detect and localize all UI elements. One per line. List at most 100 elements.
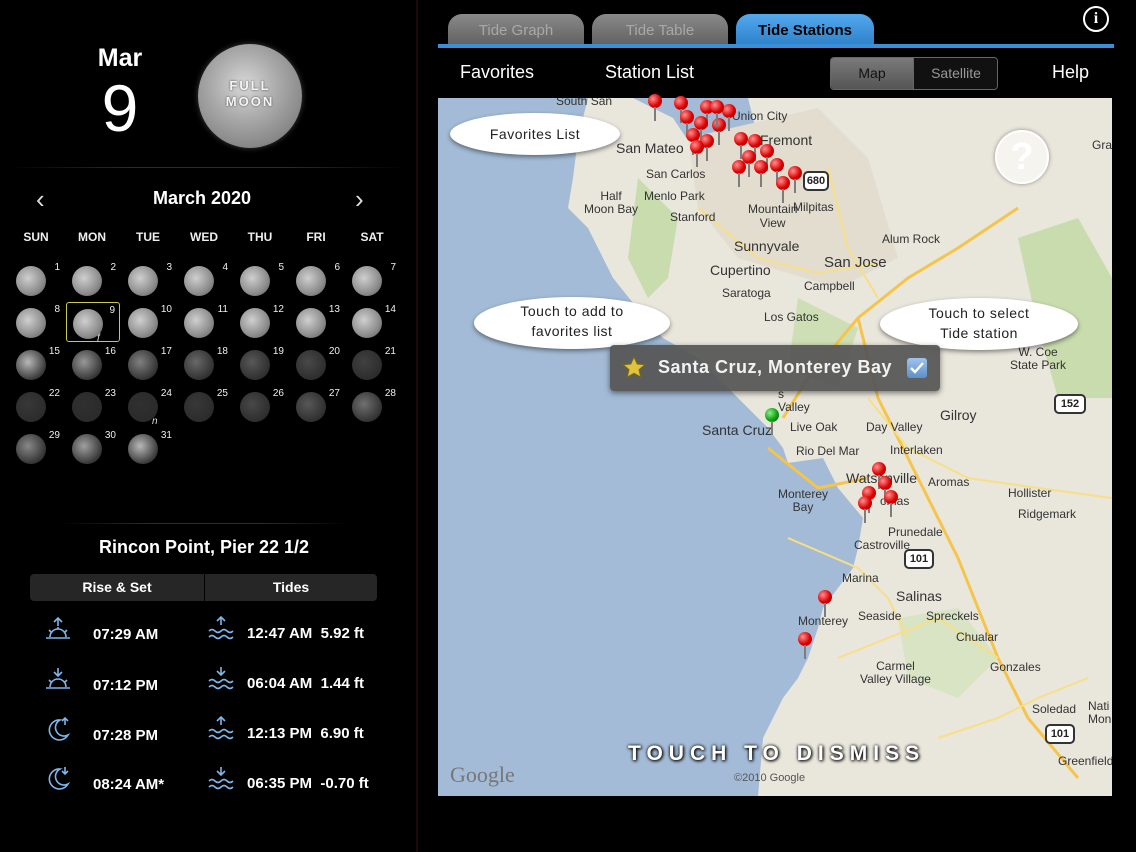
calendar-day[interactable]: 22 [10,386,64,426]
map-option[interactable]: Map [831,58,913,89]
calendar-day[interactable]: 14 [346,302,400,342]
dismiss-overlay-text[interactable]: TOUCH TO DISMISS [628,742,925,766]
chevron-right-icon[interactable]: › [355,186,364,212]
map-label: Menlo Park [644,189,705,203]
station-pin[interactable] [770,158,784,185]
station-pin[interactable] [754,160,768,187]
calendar-day[interactable]: 20 [290,344,344,384]
station-pin[interactable] [732,160,746,187]
station-pin[interactable] [690,140,704,167]
moonset-icon [48,767,71,790]
calendar-day[interactable]: 29 [10,428,64,468]
calendar-day[interactable]: 21 [346,344,400,384]
calendar-day[interactable]: 12 [234,302,288,342]
station-pin[interactable] [872,462,886,489]
day-number: 9 [109,305,115,316]
calendar-day[interactable]: 28 [346,386,400,426]
station-pin[interactable] [710,100,724,127]
day-number: 4 [222,262,228,273]
calendar-day[interactable]: 7 [346,260,400,300]
selected-station-pin[interactable] [765,408,779,435]
sunset-icon [46,668,70,689]
calendar-day[interactable]: 31 [122,428,176,468]
question-icon[interactable]: ? [995,130,1049,184]
calendar-day[interactable]: 24 n [122,386,176,427]
moon-phase-icon [296,392,326,422]
day-number: 12 [272,304,284,315]
map-label: Day Valley [866,420,923,434]
calendar-day[interactable]: 6 [290,260,344,300]
tab-tide-stations[interactable]: Tide Stations [736,14,874,48]
calendar-day[interactable]: 17 [122,344,176,384]
calendar-day[interactable]: 5 [234,260,288,300]
moon-phase-icon [72,392,102,422]
callout-station-name: Santa Cruz, Monterey Bay [658,357,893,377]
weekday-label: THU [247,230,273,244]
station-pin[interactable] [776,176,790,203]
help-button[interactable]: Help [1052,62,1089,83]
moon-phase-line2: MOON [225,94,275,109]
calendar-day[interactable]: 19 [234,344,288,384]
satellite-option[interactable]: Satellite [913,58,997,89]
checkbox-icon[interactable] [907,358,927,378]
tab-tide-graph[interactable]: Tide Graph [448,14,584,48]
station-pin[interactable] [818,590,832,617]
station-pin[interactable] [760,144,774,171]
calendar-day[interactable]: 3 [122,260,176,300]
calendar-day[interactable]: 16 [66,344,120,384]
calendar-day[interactable]: 2 [66,260,120,300]
moon-phase-icon [352,392,382,422]
station-pin[interactable] [648,94,662,121]
moon-phase-icon [128,308,158,338]
calendar-day[interactable]: 23 [66,386,120,426]
favorites-button[interactable]: Favorites [460,62,534,83]
station-pin[interactable] [788,166,802,193]
map-label: Marina [842,571,879,585]
calendar-day[interactable]: 15 [10,344,64,384]
sunset-time: 07:12 PM [93,677,159,694]
calendar-day[interactable]: 27 [290,386,344,426]
calendar-day[interactable]: 1 [10,260,64,300]
station-pin[interactable] [734,132,748,159]
day-number: 8 [54,304,60,315]
day-number: 29 [48,430,60,441]
moon-phase-icon [184,308,214,338]
day-number: 13 [328,304,340,315]
calendar-day[interactable]: 26 [234,386,288,426]
map-label: Monterey Bay [778,487,829,514]
calendar-day[interactable]: 30 [66,428,120,468]
station-pin[interactable] [878,476,892,503]
moon-phase-icon [16,266,46,296]
calendar-day[interactable]: 13 [290,302,344,342]
map-copyright: ©2010 Google [734,772,806,784]
divider [60,523,350,524]
map-view[interactable]: South San Union City Fremont San Mateo S… [438,98,1112,796]
calendar-day[interactable]: 9f [66,302,120,344]
station-pin[interactable] [858,496,872,523]
day-number: 20 [328,346,340,357]
station-pin[interactable] [712,118,726,145]
day-number: 22 [48,388,60,399]
calendar-day[interactable]: 8 [10,302,64,342]
map-label: South San [556,98,613,108]
calendar-day[interactable]: 18 [178,344,232,384]
calendar-day[interactable]: 10 [122,302,176,342]
station-pin[interactable] [884,490,898,517]
station-pin[interactable] [674,96,688,123]
tide-time: 12:47 AM [247,625,313,642]
calendar-day[interactable]: 25 [178,386,232,426]
station-list-button[interactable]: Station List [605,62,694,83]
info-icon[interactable]: i [1083,6,1109,32]
map-label: s Valley [778,387,810,414]
chevron-left-icon[interactable]: ‹ [36,186,45,212]
station-pin[interactable] [748,134,762,161]
calendar-day[interactable]: 11 [178,302,232,342]
highway-shield: 101 [1045,724,1075,744]
tab-tide-table[interactable]: Tide Table [592,14,728,48]
station-pin[interactable] [680,110,694,137]
star-icon[interactable] [622,356,646,380]
station-callout[interactable]: Santa Cruz, Monterey Bay [610,345,940,391]
calendar-day[interactable]: 4 [178,260,232,300]
station-pin[interactable] [722,104,736,131]
station-pin[interactable] [798,632,812,659]
